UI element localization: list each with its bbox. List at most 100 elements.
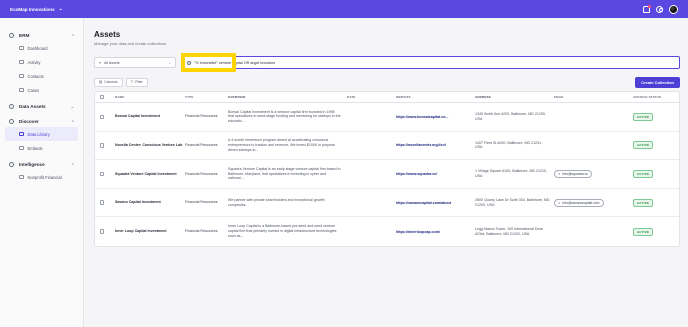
scope-select[interactable]: ≡ All Assets ⌄ — [94, 57, 176, 68]
filter-button[interactable]: ▽ Filter — [125, 77, 148, 87]
close-icon[interactable]: ✕ — [558, 172, 561, 176]
asset-website-link[interactable]: https://www.bonsaicapital.co... — [396, 115, 475, 119]
row-checkbox[interactable] — [99, 114, 105, 120]
top-bar: EcoMap Innovations ⌄ — [0, 0, 688, 18]
filter-icon: ▽ — [130, 80, 134, 84]
table-row[interactable]: Inner Loop Capital Investment Financial … — [95, 217, 679, 246]
sidebar-item-dashboard[interactable]: Dashboard — [0, 41, 83, 55]
status-badge: ACTIVE — [633, 141, 654, 150]
col-status-header[interactable]: ARCHIVE STATUS — [633, 95, 679, 99]
globe-icon — [9, 32, 14, 38]
select-all-checkbox[interactable] — [99, 94, 105, 100]
asset-overview: A 4 month immersion program aimed at acc… — [228, 138, 336, 152]
table-row[interactable]: Savano Capital Investment Financial Reso… — [95, 189, 679, 218]
asset-type: Financial Resources — [185, 229, 218, 234]
top-actions — [643, 4, 678, 14]
compass-icon — [9, 118, 14, 124]
sidebar-item-contacts[interactable]: Contacts — [0, 69, 83, 83]
sidebar-item-embeds[interactable]: Embeds — [0, 141, 83, 155]
col-date-header[interactable]: DATE — [347, 95, 396, 99]
org-name: EcoMap Innovations — [10, 6, 55, 12]
asset-overview: Bonsai Capital Investment is a venture c… — [228, 109, 341, 124]
asset-address: 1345 Smith Ave #200, Baltimore, MD 21209… — [475, 111, 546, 121]
col-email-header[interactable]: EMAIL — [554, 95, 633, 99]
status-badge: ACTIVE — [633, 112, 654, 121]
asset-address: 1 Village Square #100, Baltimore, MD 212… — [475, 169, 548, 178]
asset-website-link[interactable]: https://novellacenter.org/#cvl — [396, 143, 475, 147]
table-row[interactable]: Squadra Venture Capital Investment Finan… — [95, 160, 679, 189]
sidebar-section-data-assets[interactable]: Data Assets ⌄ — [0, 100, 83, 112]
asset-name[interactable]: Squadra Venture Capital Investment — [109, 172, 185, 177]
table-row[interactable]: Novella Center: Conscious Venture Lab Fi… — [95, 132, 679, 161]
status-badge: ACTIVE — [633, 227, 654, 236]
page-subtitle: Manage your data and create collections. — [94, 41, 168, 46]
row-checkbox[interactable] — [99, 229, 105, 234]
embed-icon — [19, 145, 24, 151]
dashboard-icon — [19, 45, 24, 51]
sidebar-item-activity[interactable]: Activity — [0, 55, 83, 69]
library-icon — [19, 131, 24, 137]
sidebar-item-cases[interactable]: Cases — [0, 83, 83, 97]
email-chip[interactable]: ✕ info@savanocapital.com — [554, 198, 604, 207]
status-badge: ACTIVE — [633, 198, 654, 207]
asset-overview: Inner Loop Capital is a Baltimore-based … — [228, 224, 337, 239]
columns-icon: ▥ — [99, 80, 103, 84]
asset-website-link[interactable]: https://savanocapital.com/about — [396, 201, 475, 205]
contacts-icon — [19, 73, 24, 79]
table-header: NAME TYPE OVERVIEW DATE WEBSITE ADDRESS … — [95, 92, 679, 103]
asset-overview: Squadra Venture Capital is an early-stag… — [228, 166, 341, 181]
row-checkbox[interactable] — [99, 143, 105, 148]
database-icon — [9, 103, 14, 109]
asset-name[interactable]: Inner Loop Capital Investment — [109, 229, 185, 234]
col-overview-header[interactable]: OVERVIEW — [228, 95, 347, 99]
row-checkbox[interactable] — [99, 171, 105, 177]
asset-name[interactable]: Bonsai Capital Investment — [109, 114, 185, 119]
asset-address: Legg Mason Tower, 100 International Driv… — [475, 226, 544, 236]
bell-icon[interactable] — [643, 4, 651, 13]
search-input[interactable]: "% Innovative" venture capital OR angel … — [182, 56, 680, 69]
col-website-header[interactable]: WEBSITE — [396, 95, 475, 99]
gear-icon[interactable] — [656, 5, 663, 13]
asset-website-link[interactable]: https://www.squadra.vc/ — [396, 172, 475, 176]
col-address-header[interactable]: ADDRESS — [475, 95, 554, 99]
col-type-header[interactable]: TYPE — [185, 95, 228, 99]
sidebar-section-erm[interactable]: ERM ^ — [0, 29, 83, 41]
asset-address: 1407 Fleet St #200, Baltimore, MD 21231,… — [475, 140, 543, 150]
asset-type: Financial Resources — [185, 200, 218, 205]
filter-lines-icon: ≡ — [99, 60, 102, 65]
asset-name[interactable]: Savano Capital Investment — [109, 200, 185, 205]
sidebar-item-data-library[interactable]: Data Library — [5, 127, 78, 141]
asset-overview: We partner with private shareholders and… — [228, 197, 325, 207]
columns-button[interactable]: ▥ Columns — [94, 77, 123, 87]
asset-address: 2800 Quarry Lake Dr Suite 304, Baltimore… — [475, 197, 550, 207]
asset-name[interactable]: Novella Center: Conscious Venture Lab — [109, 143, 185, 148]
sidebar-item-nonprofit-financial[interactable]: Nonprofit Financial — [0, 170, 83, 184]
sidebar-section-discover[interactable]: Discover ^ — [0, 115, 83, 127]
assets-table: NAME TYPE OVERVIEW DATE WEBSITE ADDRESS … — [94, 91, 680, 247]
table-toolbar: ▥ Columns ▽ Filter Create Collection — [94, 76, 680, 88]
chevron-down-icon: ⌄ — [168, 60, 171, 65]
financial-icon — [19, 174, 24, 180]
search-highlight-box — [181, 53, 236, 72]
avatar[interactable] — [669, 4, 678, 14]
chevron-up-icon: ^ — [71, 161, 74, 167]
close-icon[interactable]: ✕ — [558, 201, 561, 205]
org-switcher[interactable]: EcoMap Innovations ⌄ — [10, 6, 63, 12]
asset-type: Financial Resources — [185, 171, 218, 176]
col-name-header[interactable]: NAME — [109, 95, 185, 99]
asset-type: Financial Resources — [185, 142, 218, 147]
activity-icon — [19, 59, 24, 65]
sidebar-section-intelligence[interactable]: Intelligence ^ — [0, 158, 83, 170]
bulb-icon — [9, 161, 14, 167]
asset-type: Financial Resources — [185, 114, 218, 119]
page-title: Assets — [94, 30, 121, 39]
row-checkbox[interactable] — [99, 200, 105, 205]
create-collection-button[interactable]: Create Collection — [635, 76, 680, 88]
asset-website-link[interactable]: https://innerloopcap.com/ — [396, 230, 475, 234]
table-row[interactable]: Bonsai Capital Investment Financial Reso… — [95, 103, 679, 132]
main-content: Assets Manage your data and create colle… — [84, 18, 688, 327]
chevron-down-icon: ⌄ — [70, 103, 74, 109]
chevron-up-icon: ^ — [71, 118, 74, 124]
email-chip[interactable]: ✕ info@squadra.vc — [554, 169, 593, 178]
cases-icon — [19, 87, 24, 93]
